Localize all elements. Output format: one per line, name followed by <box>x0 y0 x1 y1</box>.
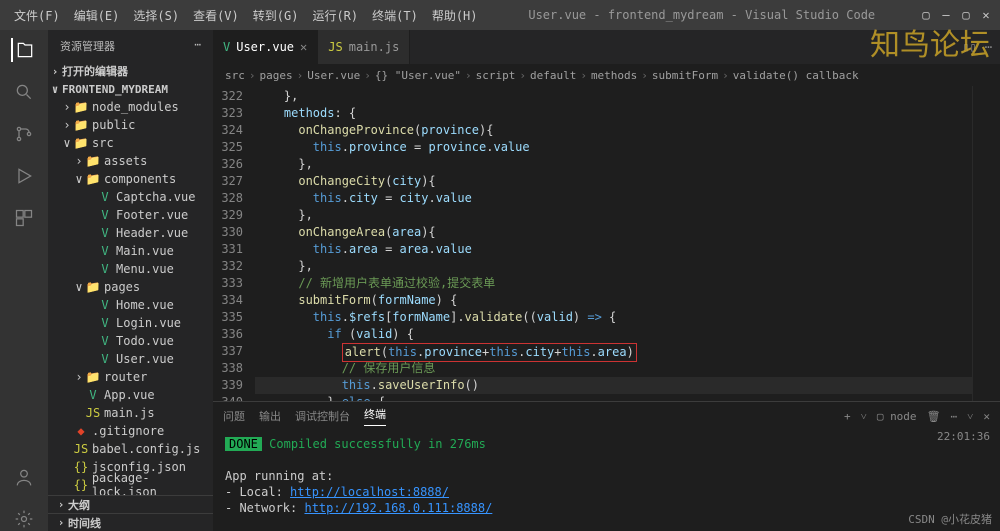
terminal-tab[interactable]: 调试控制台 <box>295 408 350 424</box>
tree-item[interactable]: ›📁assets <box>48 152 213 170</box>
menu-item[interactable]: 转到(G) <box>247 3 305 28</box>
tree-item[interactable]: VApp.vue <box>48 386 213 404</box>
tree-item[interactable]: VUser.vue <box>48 350 213 368</box>
menu-item[interactable]: 查看(V) <box>187 3 245 28</box>
tree-item[interactable]: VHome.vue <box>48 296 213 314</box>
minimize-icon[interactable]: — <box>940 9 952 21</box>
credit: CSDN @小花皮猪 <box>908 511 992 527</box>
tree-item[interactable]: ∨📁src <box>48 134 213 152</box>
more-tab-icon[interactable]: ⋯ <box>985 40 992 54</box>
menu-item[interactable]: 运行(R) <box>306 3 364 28</box>
more-icon[interactable]: ⋯ <box>194 38 201 54</box>
tree-item[interactable]: ◆.gitignore <box>48 422 213 440</box>
tree-item[interactable]: JSmain.js <box>48 404 213 422</box>
tree-item[interactable]: ∨📁pages <box>48 278 213 296</box>
minimap[interactable] <box>972 86 1000 401</box>
code-editor[interactable]: }, methods: { onChangeProvince(province)… <box>255 86 972 401</box>
project-root[interactable]: ∨FRONTEND_MYDREAM <box>48 80 213 98</box>
source-control-icon[interactable] <box>12 122 36 146</box>
terminal-time: 22:01:36 <box>937 430 990 443</box>
account-icon[interactable] <box>12 465 36 489</box>
menu-item[interactable]: 选择(S) <box>127 3 185 28</box>
tree-item[interactable]: VLogin.vue <box>48 314 213 332</box>
tree-item[interactable]: VTodo.vue <box>48 332 213 350</box>
window-title: User.vue - frontend_mydream - Visual Stu… <box>484 8 921 22</box>
tree-item[interactable]: {}package-lock.json <box>48 476 213 494</box>
extensions-icon[interactable] <box>12 206 36 230</box>
open-editors-section[interactable]: ›打开的编辑器 <box>48 62 213 80</box>
search-activity-icon[interactable] <box>12 80 36 104</box>
tree-item[interactable]: ∨📁components <box>48 170 213 188</box>
terminal-trash-icon[interactable]: 🗑 <box>927 410 941 423</box>
explorer-icon[interactable] <box>11 38 35 62</box>
tab-close-icon[interactable]: ✕ <box>300 40 307 54</box>
menu-item[interactable]: 终端(T) <box>366 3 424 28</box>
tree-item[interactable]: JSbabel.config.js <box>48 440 213 458</box>
split-editor-icon[interactable]: ▯▯ <box>962 40 976 54</box>
tree-item[interactable]: VMenu.vue <box>48 260 213 278</box>
tree-item[interactable]: VMain.vue <box>48 242 213 260</box>
layout-icon[interactable]: ▢ <box>920 9 932 21</box>
outline-section[interactable]: ›大纲 <box>48 495 213 513</box>
terminal-tab[interactable]: 问题 <box>223 408 245 424</box>
terminal-tab[interactable]: 终端 <box>364 406 386 426</box>
terminal-maximize-icon[interactable]: ⋯ <box>951 410 958 423</box>
maximize-icon[interactable]: ▢ <box>960 9 972 21</box>
menu-item[interactable]: 文件(F) <box>8 3 66 28</box>
line-numbers: 322 323 324 325 326 327 328 329 330 331 … <box>213 86 255 401</box>
terminal-add-icon[interactable]: + <box>844 410 851 423</box>
tree-item[interactable]: ›📁public <box>48 116 213 134</box>
tree-item[interactable]: VHeader.vue <box>48 224 213 242</box>
menu-item[interactable]: 编辑(E) <box>68 3 126 28</box>
tree-item[interactable]: ›📁node_modules <box>48 98 213 116</box>
terminal-body[interactable]: DONE Compiled successfully in 276ms App … <box>213 430 1000 531</box>
tree-item[interactable]: ›📁router <box>48 368 213 386</box>
menu-item[interactable]: 帮助(H) <box>426 3 484 28</box>
editor-tab[interactable]: VUser.vue✕ <box>213 30 318 64</box>
editor-tab[interactable]: JSmain.js <box>318 30 410 64</box>
run-debug-icon[interactable] <box>12 164 36 188</box>
close-icon[interactable]: ✕ <box>980 9 992 21</box>
terminal-dropdown[interactable]: ▢ node <box>877 410 917 423</box>
breadcrumb[interactable]: src›pages›User.vue›{} "User.vue"›script›… <box>213 64 1000 86</box>
terminal-tab[interactable]: 输出 <box>259 408 281 424</box>
terminal-close-icon[interactable]: ✕ <box>983 410 990 423</box>
settings-gear-icon[interactable] <box>12 507 36 531</box>
terminal-chevron-icon[interactable]: ˅ <box>967 410 973 423</box>
tree-item[interactable]: VCaptcha.vue <box>48 188 213 206</box>
tree-item[interactable]: VFooter.vue <box>48 206 213 224</box>
timeline-section[interactable]: ›时间线 <box>48 513 213 531</box>
explorer-header: 资源管理器 <box>60 38 115 54</box>
